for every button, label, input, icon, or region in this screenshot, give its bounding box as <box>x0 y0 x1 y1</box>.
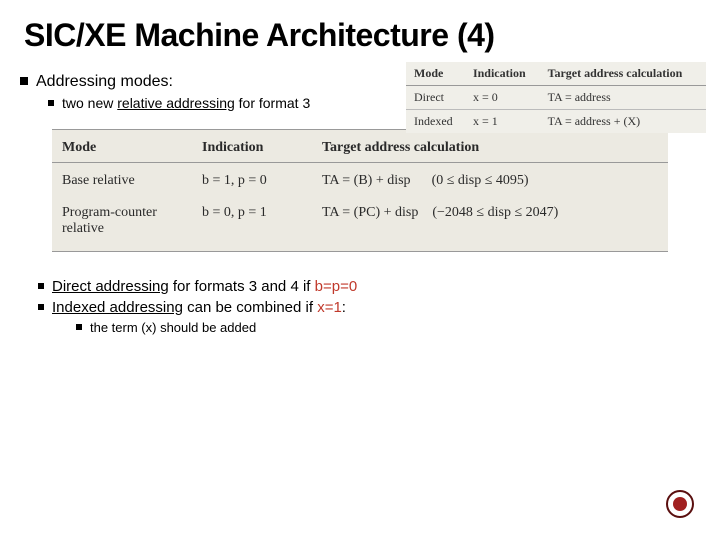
col-calc: Target address calculation <box>540 62 706 86</box>
bullet-icon <box>76 324 82 330</box>
col-indication: Indication <box>192 130 312 163</box>
page-title: SIC/XE Machine Architecture (4) <box>0 0 720 61</box>
bullet-icon <box>38 283 44 289</box>
cell-calc: TA = (B) + disp (0 ≤ disp ≤ 4095) <box>312 163 668 200</box>
circle-icon <box>673 497 687 511</box>
list-item: Direct addressing for formats 3 and 4 if… <box>38 278 700 295</box>
cell-indication: x = 0 <box>465 86 540 110</box>
cell-range: (0 ≤ disp ≤ 4095) <box>432 173 529 188</box>
bullet-list-lower: Direct addressing for formats 3 and 4 if… <box>0 268 720 335</box>
bullet-text-mid: can be combined if <box>183 299 317 316</box>
bullet-icon <box>20 77 28 85</box>
list-item: Indexed addressing can be combined if x=… <box>38 299 700 316</box>
cell-mode: Base relative <box>52 163 192 200</box>
bullet-icon <box>48 100 54 106</box>
bullet-text-underline: relative addressing <box>117 95 235 111</box>
table-row: Indexed x = 1 TA = address + (X) <box>406 110 706 134</box>
bullet-text-mid: for formats 3 and 4 if <box>169 278 315 295</box>
bullet-text: Addressing modes: <box>36 73 173 90</box>
mini-addressing-table: Mode Indication Target address calculati… <box>406 62 706 133</box>
cell-indication: b = 0, p = 1 <box>192 199 312 251</box>
cell-calc: TA = address + (X) <box>540 110 706 134</box>
table-header-row: Mode Indication Target address calculati… <box>406 62 706 86</box>
cell-calc: TA = address <box>540 86 706 110</box>
col-indication: Indication <box>465 62 540 86</box>
bullet-text-underline: Indexed addressing <box>52 299 183 316</box>
cell-calc: TA = (PC) + disp (−2048 ≤ disp ≤ 2047) <box>312 199 668 251</box>
bullet-text-red: b=p=0 <box>315 278 358 295</box>
bullet-text-post: for format 3 <box>235 95 310 111</box>
relative-addressing-table: Mode Indication Target address calculati… <box>52 129 668 252</box>
slide-decoration-icon <box>666 490 694 518</box>
col-calc: Target address calculation <box>312 130 668 163</box>
bullet-icon <box>38 304 44 310</box>
bullet-text-red: x=1 <box>317 299 342 316</box>
table-header-row: Mode Indication Target address calculati… <box>52 130 668 163</box>
cell-mode: Program-counter relative <box>52 199 192 251</box>
cell-mode: Indexed <box>406 110 465 134</box>
cell-mode: Direct <box>406 86 465 110</box>
bullet-text-post: : <box>342 299 346 316</box>
bullet-text-pre: two new <box>62 95 117 111</box>
cell-range: (−2048 ≤ disp ≤ 2047) <box>432 205 558 220</box>
table-row: Program-counter relative b = 0, p = 1 TA… <box>52 199 668 251</box>
col-mode: Mode <box>52 130 192 163</box>
cell-calc-expr: TA = (B) + disp <box>322 173 411 188</box>
bullet-text-underline: Direct addressing <box>52 278 169 295</box>
bullet-text: the term (x) should be added <box>90 320 256 335</box>
col-mode: Mode <box>406 62 465 86</box>
table-row: Direct x = 0 TA = address <box>406 86 706 110</box>
list-item: the term (x) should be added <box>76 320 700 335</box>
cell-indication: b = 1, p = 0 <box>192 163 312 200</box>
table-row: Base relative b = 1, p = 0 TA = (B) + di… <box>52 163 668 200</box>
cell-calc-expr: TA = (PC) + disp <box>322 205 418 220</box>
cell-indication: x = 1 <box>465 110 540 134</box>
